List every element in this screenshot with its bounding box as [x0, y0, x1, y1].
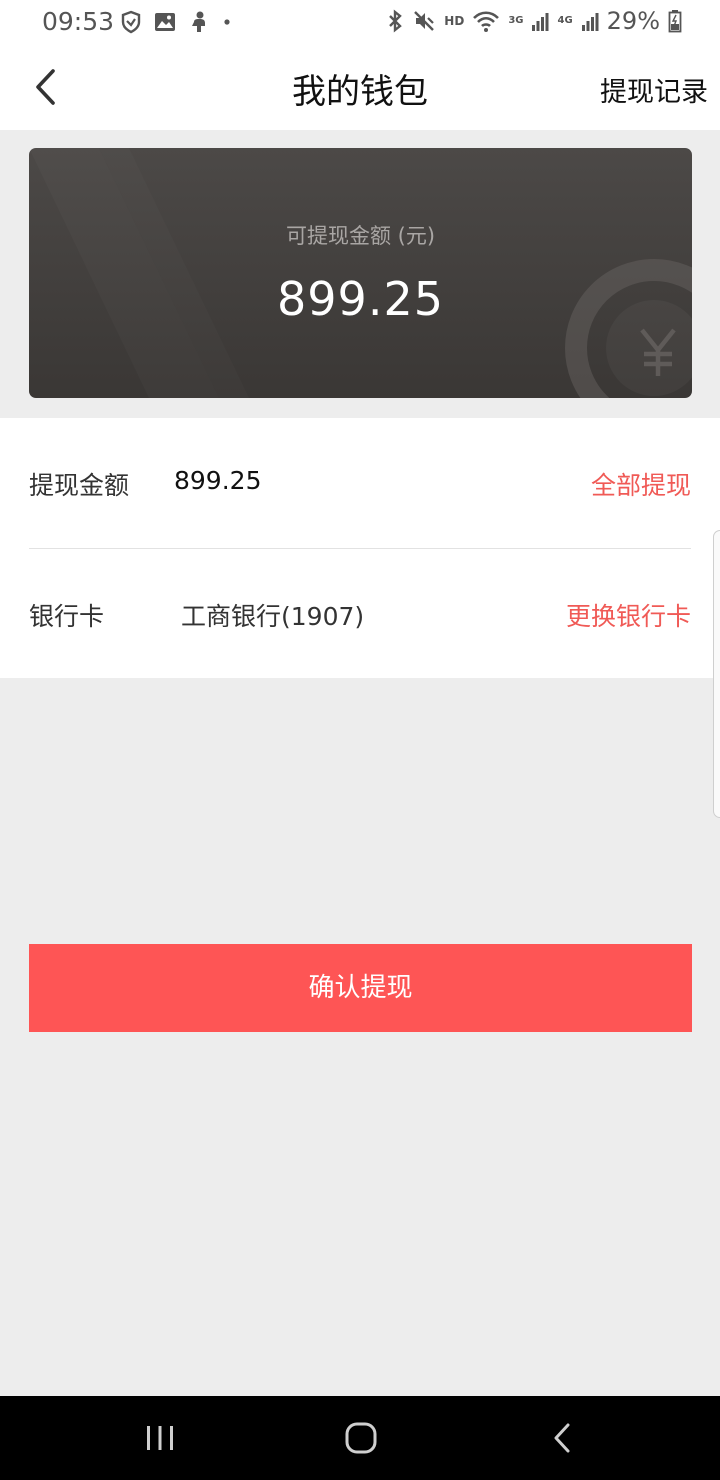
home-button[interactable]	[339, 1418, 383, 1458]
network-4g: 4G	[557, 15, 573, 26]
signal-icon-2	[581, 13, 599, 31]
status-time: 09:53	[42, 7, 115, 36]
available-balance-amount: 899.25	[277, 272, 444, 326]
status-bar: 09:53 HD 3G 4G 29%	[0, 0, 720, 44]
shield-icon	[121, 10, 141, 34]
withdraw-amount-input[interactable]: 899.25	[174, 466, 261, 495]
mute-icon	[414, 11, 435, 31]
balance-card: 可提现金额 (元) 899.25	[29, 148, 692, 398]
yuan-icon	[640, 328, 676, 376]
wifi-icon	[473, 11, 500, 32]
available-balance-label: 可提现金额 (元)	[285, 224, 436, 248]
signal-icon	[532, 13, 549, 31]
status-left-icons	[120, 8, 232, 36]
withdraw-amount-row: 提现金额 899.25 全部提现	[29, 418, 691, 549]
recent-apps-button[interactable]	[138, 1418, 182, 1458]
hd-indicator: HD	[444, 14, 465, 28]
image-icon	[155, 13, 175, 31]
bank-card-row: 银行卡 工商银行(1907) 更换银行卡	[29, 549, 691, 678]
nav-bar: 我的钱包 提现记录	[0, 44, 720, 130]
bluetooth-icon	[389, 9, 403, 33]
confirm-withdraw-button[interactable]: 确认提现	[29, 944, 692, 1032]
back-icon	[554, 1423, 570, 1453]
recent-apps-icon	[147, 1426, 173, 1450]
withdraw-history-link[interactable]: 提现记录	[600, 70, 708, 109]
person-icon	[192, 11, 205, 32]
bank-card-value: 工商银行(1907)	[181, 602, 365, 631]
battery-icon	[668, 10, 682, 33]
wallet-screen: 09:53 HD 3G 4G 29% 我的钱包 提现记录 可提现金额 (元) 8…	[0, 0, 720, 1480]
bank-card-label: 银行卡	[29, 602, 105, 631]
withdraw-form: 提现金额 899.25 全部提现 银行卡 工商银行(1907) 更换银行卡	[0, 418, 720, 678]
status-right-icons: HD 3G 4G 29%	[386, 6, 682, 36]
system-back-button[interactable]	[540, 1418, 584, 1458]
system-nav-bar	[0, 1396, 720, 1480]
dot-icon	[224, 19, 230, 25]
network-3g: 3G	[508, 15, 524, 26]
change-bank-card-button[interactable]: 更换银行卡	[566, 597, 691, 633]
edge-panel-handle[interactable]	[713, 530, 720, 818]
back-button[interactable]	[26, 62, 66, 112]
home-icon	[345, 1422, 377, 1454]
withdraw-amount-label: 提现金额	[29, 471, 130, 500]
battery-percent: 29%	[606, 7, 660, 35]
withdraw-all-button[interactable]: 全部提现	[591, 466, 691, 502]
chevron-left-icon	[36, 69, 55, 105]
